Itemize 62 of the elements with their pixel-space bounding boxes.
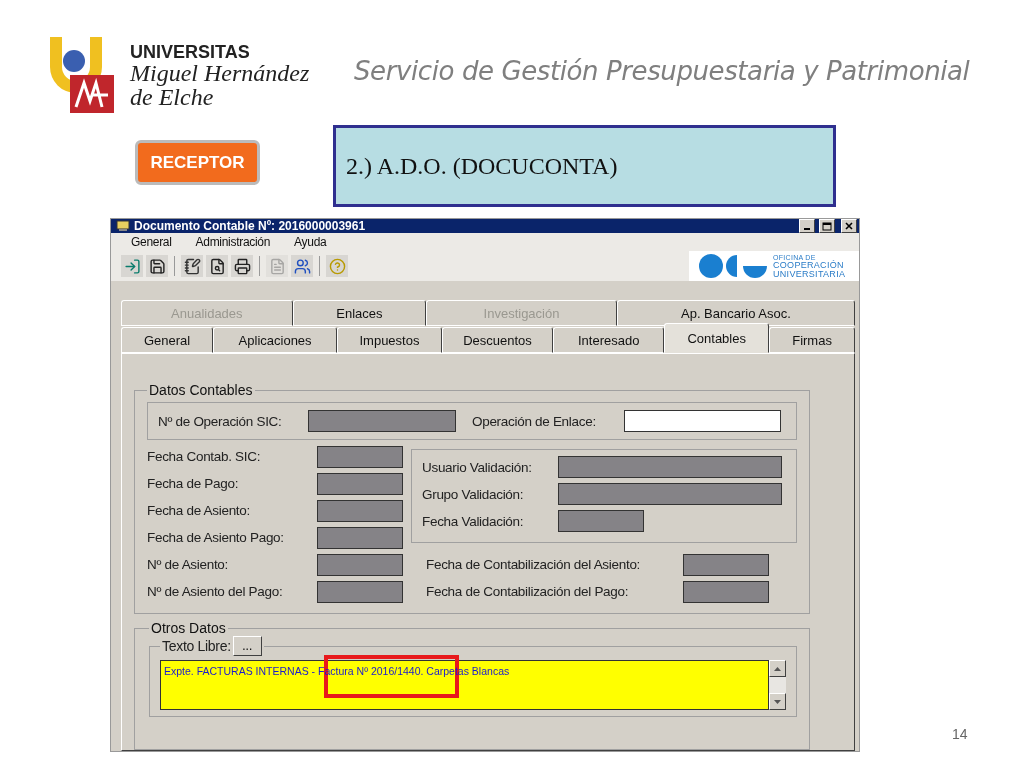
field-label: Grupo Validación: (422, 486, 525, 502)
window-title: Documento Contable Nº: 2016000003961 (134, 219, 367, 233)
field-label: Usuario Validación: (422, 459, 533, 475)
app-icon (116, 220, 130, 232)
exit-button[interactable] (121, 255, 143, 277)
help-icon (328, 257, 346, 275)
field-label: Nº de Asiento: (147, 557, 230, 572)
minimize-button[interactable] (799, 219, 815, 233)
document-icon (268, 257, 286, 275)
save-icon (148, 257, 166, 275)
tab[interactable]: Enlaces (292, 300, 427, 326)
printer-icon (233, 257, 251, 275)
field-label: Fecha de Pago: (147, 476, 240, 491)
tab[interactable]: Descuentos (441, 327, 554, 353)
menu-item[interactable]: General (131, 235, 172, 249)
field-label: Fecha de Contabilización del Pago: (426, 584, 630, 599)
notebook-button[interactable] (181, 255, 203, 277)
field-label: Fecha de Asiento Pago: (147, 530, 285, 545)
tab[interactable]: Ap. Bancario Asoc. (616, 300, 855, 326)
close-button[interactable] (841, 219, 857, 233)
field-label: Texto Libre: (162, 638, 231, 654)
tab[interactable]: General (121, 327, 214, 353)
maximize-button[interactable] (819, 219, 835, 233)
print-preview-button[interactable] (206, 255, 228, 277)
tab[interactable]: Firmas (769, 327, 855, 353)
notebook-icon (183, 257, 201, 275)
input-field[interactable] (624, 410, 781, 432)
menu-item[interactable]: Ayuda (294, 235, 327, 249)
scroll-up-icon (774, 666, 781, 671)
field-label: Nº de Operación SIC: (158, 413, 283, 429)
exit-icon (123, 257, 141, 275)
ocu-logo-text: UNIVERSITARIA (773, 269, 846, 279)
scroll-down-icon (774, 699, 781, 704)
ocu-logo-drawing (699, 254, 767, 278)
field-label: Operación de Enlace: (472, 413, 597, 429)
ellipsis-button[interactable]: ... (232, 636, 262, 656)
field-label: Fecha de Asiento: (147, 503, 251, 518)
field-label: Fecha de Contabilización del Asiento: (426, 557, 642, 572)
close-icon (845, 222, 853, 230)
page-number: 14 (952, 726, 968, 742)
printer-button[interactable] (231, 255, 253, 277)
field-label: Fecha Validación: (422, 513, 525, 529)
tab[interactable]: Interesado (553, 327, 665, 353)
tab[interactable]: Impuestos (337, 327, 442, 353)
field-label: Fecha Contab. SIC: (147, 449, 262, 464)
users-button[interactable] (291, 255, 313, 277)
ocu-logo-text: COOPERACIÓN (773, 260, 845, 270)
tab[interactable]: Aplicaciones (213, 327, 338, 353)
step-title: 2.) A.D.O. (DOCUCONTA) (346, 152, 618, 180)
group-title: Datos Contables (148, 382, 254, 398)
scrollbar[interactable] (769, 660, 786, 710)
field-label: Nº de Asiento del Pago: (147, 584, 284, 599)
users-icon (293, 257, 311, 275)
tab[interactable]: Contables (664, 323, 770, 353)
group-title: Otros Datos (150, 620, 227, 636)
slide-title: Servicio de Gestión Presupuestaria y Patrimonial (354, 55, 970, 86)
print-preview-icon (208, 257, 226, 275)
university-name: UNIVERSITAS (130, 42, 251, 61)
menu-item[interactable]: Administración (195, 235, 271, 249)
maximize-icon (822, 221, 832, 231)
save-button[interactable] (146, 255, 168, 277)
university-name: Miguel Hernández (130, 60, 310, 85)
